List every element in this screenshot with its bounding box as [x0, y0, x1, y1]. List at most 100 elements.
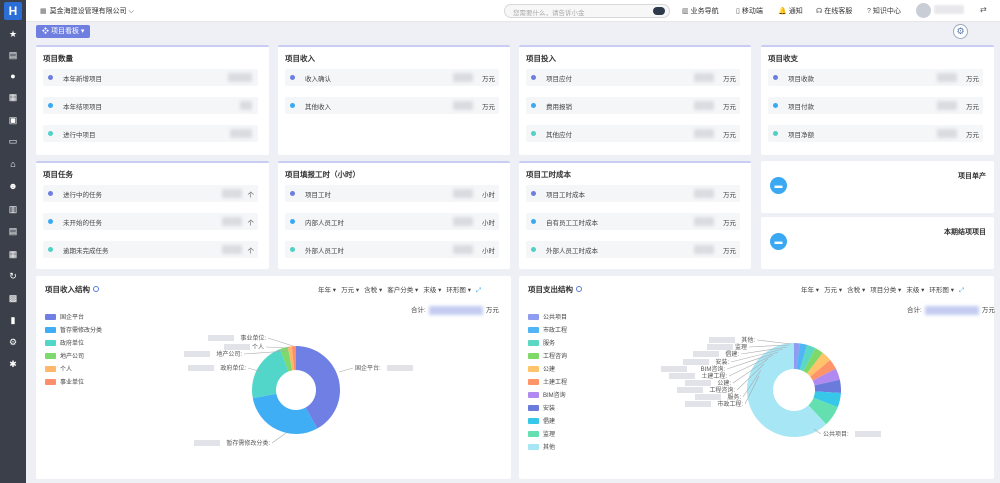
switch-icon[interactable]: ⇄ — [980, 5, 987, 14]
briefcase-icon[interactable]: ▤ — [7, 49, 19, 61]
card-icon[interactable]: ▭ — [7, 135, 19, 147]
slice-value — [695, 394, 721, 400]
stat-card: 项目任务 进行中的任务个未开始的任务个逾期未完成任务个 — [36, 161, 269, 269]
stat-unit: 小时 — [482, 220, 495, 227]
document-icon[interactable]: ▤ — [7, 225, 19, 237]
stat-unit: 个 — [247, 192, 255, 199]
stat-unit: 小时 — [482, 192, 495, 199]
stat-value — [222, 217, 242, 226]
asterisk-icon[interactable]: ✱ — [7, 358, 19, 370]
stat-value — [222, 245, 242, 254]
stat-unit: 万元 — [723, 132, 736, 139]
stat-row[interactable]: 收入确认 万元 — [285, 69, 499, 86]
stat-card: 项目数量 本年新增项目 本年结项项目 进行中项目 — [36, 45, 269, 155]
company-selector[interactable]: ▦ 莫金海建设管理有限公司 ⌵ — [40, 6, 134, 16]
mini-title: 本期结项项目 — [944, 229, 986, 236]
slice-value — [683, 359, 709, 365]
stat-value — [694, 129, 714, 138]
knowledge-center-link[interactable]: ? 知识中心 — [867, 6, 901, 16]
stat-label: 其他收入 — [305, 104, 331, 111]
stat-value — [240, 101, 252, 110]
search-input[interactable]: 您需要什么，请告诉小金 — [504, 4, 670, 18]
expense-structure-panel: 项目支出结构 年年 ▾ 万元 ▾ 含税 ▾ 项目分类 ▾ 末级 ▾ 环形图 ▾ ⤢ 合计: 万… — [519, 276, 995, 479]
stat-row[interactable]: 项目工时成本 万元 — [526, 185, 740, 202]
stat-row[interactable]: 本年结项项目 — [43, 97, 258, 114]
stat-label: 费用报销 — [546, 104, 572, 111]
slice-value — [661, 366, 687, 372]
stat-label: 收入确认 — [305, 76, 331, 83]
card-title: 项目任务 — [43, 170, 73, 179]
stat-unit: 个 — [247, 248, 255, 255]
slice-value — [685, 380, 711, 386]
stat-label: 外部人员工时成本 — [546, 248, 598, 255]
slice-label: 工程咨询: — [709, 386, 735, 394]
person-icon[interactable]: ● — [7, 70, 19, 82]
settings-icon[interactable]: ⚙ — [7, 336, 19, 348]
stat-row[interactable]: 进行中的任务 个 — [43, 185, 258, 202]
stat-row[interactable]: 逾期未完成任务 个 — [43, 241, 258, 258]
bullet-icon — [773, 131, 778, 136]
refresh-icon[interactable]: ↻ — [7, 270, 19, 282]
stat-row[interactable]: 项目收款 万元 — [768, 69, 983, 86]
mobile-link[interactable]: ▯ 移动端 — [736, 6, 763, 16]
file-icon[interactable]: ▦ — [7, 248, 19, 260]
slice-label: 政府单位: — [220, 364, 246, 372]
slice-value — [224, 344, 250, 350]
calendar-icon[interactable]: ▥ — [7, 203, 19, 215]
biz-nav-link[interactable]: ▥ 业务导航 — [682, 6, 719, 16]
donut-slice[interactable] — [252, 393, 318, 434]
stat-row[interactable]: 进行中项目 — [43, 125, 258, 142]
online-service-link[interactable]: ☊ 在线客服 — [816, 6, 852, 16]
bullet-icon — [48, 247, 53, 252]
bullet-icon — [531, 191, 536, 196]
stat-card: 项目工时成本 项目工时成本 万元 自有员工工时成本 万元 外部人员工时成本 万元 — [519, 161, 751, 269]
topbar: ▦ 莫金海建设管理有限公司 ⌵ 您需要什么，请告诉小金 ▥ 业务导航 ▯ 移动端 🔔 通… — [26, 0, 1000, 22]
stat-row[interactable]: 外部人员工时成本 万元 — [526, 241, 740, 258]
stat-row[interactable]: 本年新增项目 — [43, 69, 258, 86]
stat-row[interactable]: 自有员工工时成本 万元 — [526, 213, 740, 230]
stat-unit: 万元 — [723, 248, 736, 255]
slice-label: 倡建: — [725, 350, 739, 358]
stat-row[interactable]: 外部人员工时 小时 — [285, 241, 499, 258]
assistant-icon[interactable] — [653, 7, 665, 15]
stat-unit: 个 — [247, 220, 255, 227]
grid-icon[interactable]: ▩ — [7, 292, 19, 304]
user-name[interactable] — [934, 5, 964, 14]
label-leader-line — [338, 367, 354, 373]
stat-row[interactable]: 内部人员工时 小时 — [285, 213, 499, 230]
home-icon[interactable]: ⌂ — [7, 158, 19, 170]
slice-value — [693, 351, 719, 357]
stat-value — [453, 245, 473, 254]
notification-link[interactable]: 🔔 通知 — [778, 6, 803, 16]
stat-label: 未开始的任务 — [63, 220, 102, 227]
bullet-icon — [48, 75, 53, 80]
stat-label: 进行中项目 — [63, 132, 96, 139]
mini-card: ▬ 项目单产 — [761, 161, 994, 213]
card-title: 项目收入 — [285, 54, 315, 63]
bullet-icon — [290, 219, 295, 224]
bullet-icon — [290, 247, 295, 252]
bullet-icon — [48, 219, 53, 224]
mini-title: 项目单产 — [958, 173, 986, 180]
folder-icon: ▬ — [770, 177, 787, 194]
stat-row[interactable]: 其他收入 万元 — [285, 97, 499, 114]
building-icon[interactable]: ▦ — [7, 91, 19, 103]
book-icon[interactable]: ▣ — [7, 114, 19, 126]
star-icon[interactable]: ★ — [7, 28, 19, 40]
stat-row[interactable]: 项目净额 万元 — [768, 125, 983, 142]
stat-row[interactable]: 其他应付 万元 — [526, 125, 740, 142]
settings-icon[interactable]: ⚙ — [953, 24, 968, 39]
dashboard-dropdown[interactable]: ❖ 项目看板 ▾ — [36, 25, 91, 38]
chart-icon[interactable]: ▮ — [7, 314, 19, 326]
card-title: 项目收支 — [768, 54, 798, 63]
stat-row[interactable]: 项目应付 万元 — [526, 69, 740, 86]
stat-row[interactable]: 项目付款 万元 — [768, 97, 983, 114]
stat-row[interactable]: 未开始的任务 个 — [43, 213, 258, 230]
mini-card: ▬ 本期结项项目 — [761, 217, 994, 269]
user-gear-icon[interactable]: ☻ — [7, 180, 19, 192]
stat-row[interactable]: 费用报销 万元 — [526, 97, 740, 114]
stat-row[interactable]: 项目工时 小时 — [285, 185, 499, 202]
expense-donut-chart: 其他:监理倡建:安装:BIM咨询:土建工程:公建:工程咨询:服务:市政工程: 公共… — [661, 336, 881, 438]
card-title: 项目投入 — [526, 54, 556, 63]
avatar[interactable] — [916, 3, 931, 18]
